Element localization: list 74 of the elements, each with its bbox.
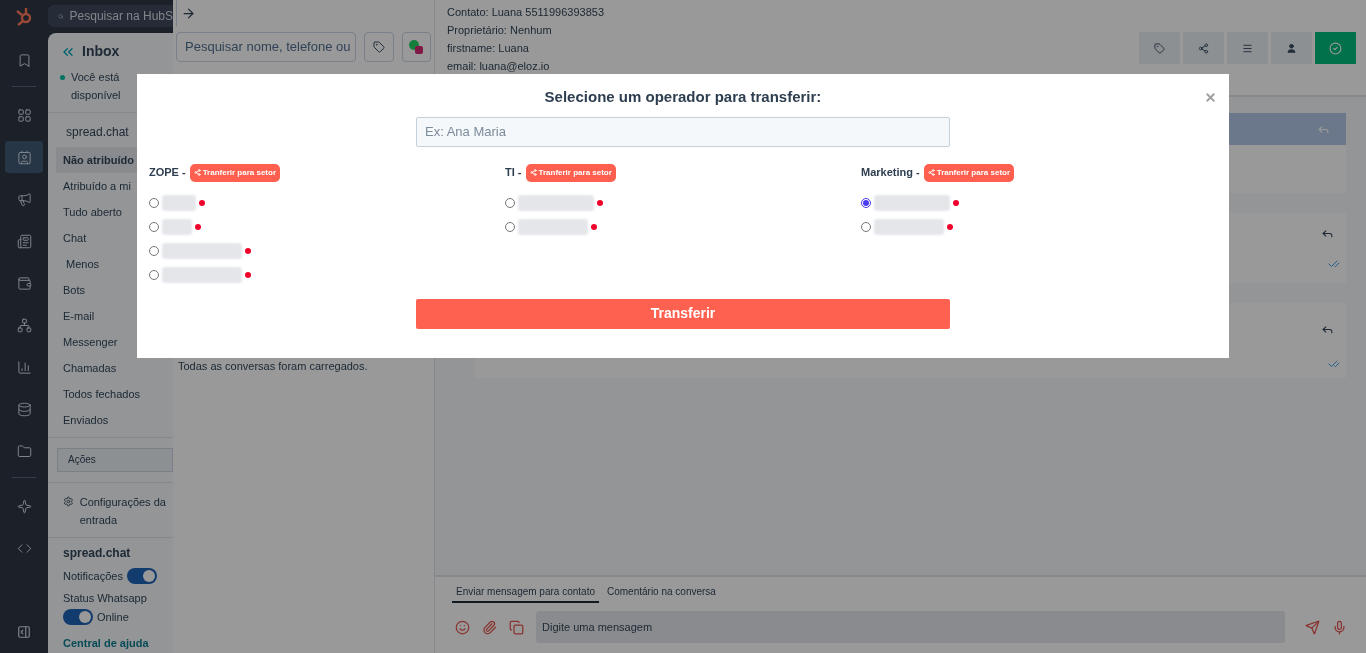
composer-tab[interactable]: Comentário na conversa [602, 584, 720, 603]
resolve-button[interactable] [1315, 32, 1356, 64]
tag-icon [372, 41, 385, 53]
chat-channels-icon [408, 39, 425, 55]
blurred-name [162, 194, 196, 211]
blurred-name [518, 218, 588, 235]
menu-icon [1242, 42, 1253, 54]
inbox-filter[interactable]: Chat [56, 225, 173, 251]
inbox-filter[interactable]: Enviados [56, 407, 173, 433]
tag-button[interactable] [364, 32, 394, 62]
close-icon[interactable] [1204, 91, 1217, 104]
dialog-title: Selecione um operador para transferir: [544, 87, 822, 107]
inbox-filter[interactable]: Todos fechados [56, 381, 173, 407]
inbox-filter[interactable]: E-mail [56, 303, 173, 329]
toggle-label: Status Whatsapp [63, 591, 148, 606]
blurred-name [162, 218, 192, 235]
check-circle-icon [1329, 41, 1342, 55]
inbox-filter[interactable]: Tudo aberto [56, 199, 173, 225]
toggle-label: Notificações [63, 568, 123, 584]
inbox-filter[interactable]: Messenger [56, 329, 173, 355]
list-end-message: Todas as conversas foram carregados. [177, 359, 369, 374]
brand-name: spread.chat [63, 544, 132, 562]
settings-icon [63, 495, 74, 507]
templates-icon[interactable] [509, 619, 524, 635]
user-icon [1286, 42, 1297, 54]
department-label: TI - [505, 165, 522, 181]
transfer-to-department-button[interactable]: Tranferir para setor [189, 163, 281, 182]
user-button[interactable] [1271, 32, 1312, 64]
expand-icon[interactable] [17, 625, 31, 639]
share-icon [193, 169, 201, 176]
contact-detail: firstname: Luana [447, 41, 530, 56]
availability-status: Você está disponível [71, 70, 122, 103]
contact-detail: email: luana@eloz.io [447, 59, 551, 74]
inbox-filter[interactable]: Menos [56, 251, 173, 277]
channel-filter-button[interactable] [401, 32, 431, 62]
search-field[interactable]: Pesquisar na HubS [48, 5, 173, 27]
send-icon[interactable] [1305, 619, 1320, 635]
toggle-switch[interactable] [126, 567, 157, 584]
reply-icon[interactable] [1321, 323, 1334, 336]
reply-icon[interactable] [1321, 227, 1334, 240]
inbox-filter[interactable]: Chamadas [56, 355, 173, 381]
transfer-to-department-button[interactable]: Tranferir para setor [525, 163, 616, 182]
paperclip-icon[interactable] [482, 619, 497, 635]
settings-link[interactable]: Configurações da entrada [79, 492, 173, 529]
arrow-right-icon[interactable] [181, 5, 196, 21]
department-label: Marketing - [861, 165, 920, 181]
tag-button[interactable] [1139, 32, 1180, 64]
sidebar-title: Inbox [82, 42, 120, 61]
microphone-icon[interactable] [1332, 619, 1347, 635]
share-icon [927, 169, 935, 176]
whatsapp-status: Online [97, 609, 129, 625]
search-field[interactable]: Pesquisar nome, telefone ou [176, 32, 356, 62]
share-icon [1198, 42, 1209, 54]
transfer-button[interactable]: Transferir [416, 298, 950, 329]
double-check-icon [1328, 358, 1340, 370]
toggle-switch[interactable] [63, 608, 93, 625]
message-input[interactable]: Digite uma mensagem [536, 611, 1285, 643]
blurred-name [874, 218, 944, 235]
contact-detail: Contato: Luana 5511996393853 [447, 5, 604, 20]
contact-detail: Proprietário: Nenhum [447, 23, 553, 38]
double-check-icon [1328, 258, 1340, 270]
help-link[interactable]: Central de ajuda [63, 635, 173, 652]
actions-dropdown[interactable]: Ações [57, 447, 173, 472]
section-label: spread.chat [65, 124, 130, 141]
menu-button[interactable] [1227, 32, 1268, 64]
contacts-icon[interactable] [5, 141, 43, 173]
emoji-icon[interactable] [455, 619, 470, 635]
inbox-filter[interactable]: Bots [56, 277, 173, 303]
composer-tab[interactable]: Enviar mensagem para contato [452, 584, 599, 603]
operator-search-field[interactable]: Ex: Ana Maria [416, 116, 950, 147]
transfer-to-department-button[interactable]: Tranferir para setor [923, 163, 1015, 182]
tag-icon [1154, 42, 1165, 54]
share-button[interactable] [1183, 32, 1224, 64]
share-icon [529, 169, 537, 176]
